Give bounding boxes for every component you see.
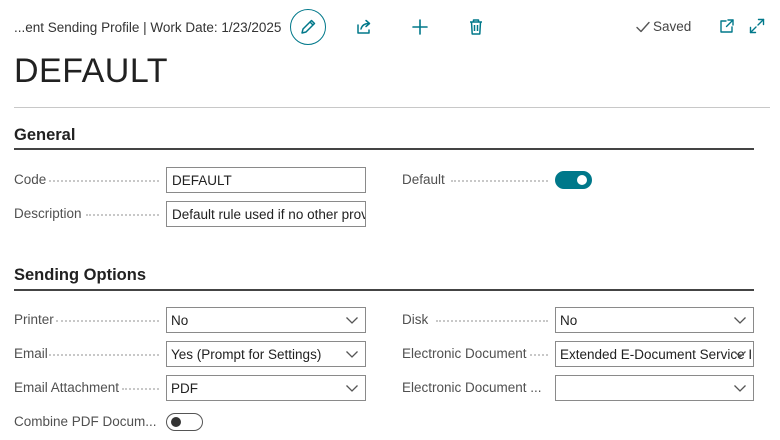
share-button[interactable] (352, 14, 376, 40)
description-dots (86, 214, 159, 216)
disk-select[interactable]: No (555, 307, 754, 333)
email-dots (49, 354, 159, 356)
section-sending-options-divider (14, 289, 754, 291)
save-status-text: Saved (653, 19, 692, 34)
new-button[interactable] (408, 14, 432, 40)
printer-select-value: No (171, 312, 189, 328)
printer-label: Printer (14, 312, 54, 327)
plus-icon (412, 19, 428, 35)
disk-dots (436, 320, 548, 322)
page-title: DEFAULT (14, 52, 169, 90)
description-field[interactable]: Default rule used if no other provi (166, 201, 366, 227)
popout-icon (720, 19, 734, 33)
section-sending-options-title[interactable]: Sending Options (14, 266, 146, 285)
combine-pdf-label: Combine PDF Docum... (14, 414, 157, 429)
email-attachment-select-value: PDF (171, 380, 198, 396)
description-label: Description (14, 206, 82, 221)
printer-dots (56, 320, 159, 322)
electronic-document-select[interactable]: Extended E-Document Service I (555, 341, 754, 367)
chevron-down-icon (734, 317, 746, 324)
combine-pdf-toggle[interactable] (166, 413, 203, 431)
default-toggle[interactable] (555, 171, 592, 189)
printer-select[interactable]: No (166, 307, 366, 333)
chevron-down-icon (346, 385, 358, 392)
page-header: ...ent Sending Profile | Work Date: 1/23… (0, 0, 780, 56)
title-divider (14, 107, 770, 108)
email-select-value: Yes (Prompt for Settings) (171, 346, 322, 362)
chevron-down-icon (734, 385, 746, 392)
chevron-down-icon (734, 351, 746, 358)
default-dots (451, 180, 548, 182)
default-toggle-knob (577, 174, 587, 185)
breadcrumb: ...ent Sending Profile | Work Date: 1/23… (14, 20, 282, 35)
edit-button[interactable] (290, 9, 326, 45)
chevron-down-icon (346, 317, 358, 324)
code-label: Code (14, 172, 47, 187)
open-in-new-window-button[interactable] (716, 15, 738, 37)
expand-button[interactable] (746, 15, 768, 37)
chevron-down-icon (346, 351, 358, 358)
default-label: Default (402, 172, 445, 187)
delete-button[interactable] (464, 14, 488, 40)
electronic-document-format-select[interactable] (555, 375, 754, 401)
save-status: Saved (635, 19, 691, 34)
share-icon (357, 19, 371, 34)
pencil-icon (301, 19, 316, 34)
section-general-divider (14, 148, 754, 150)
section-general-title[interactable]: General (14, 126, 75, 145)
combine-pdf-toggle-knob (171, 416, 181, 427)
email-attachment-label: Email Attachment (14, 380, 120, 395)
email-attachment-select[interactable]: PDF (166, 375, 366, 401)
email-attachment-dots (122, 388, 159, 390)
electronic-document-select-value: Extended E-Document Service I (560, 346, 753, 362)
electronic-document-label: Electronic Document (402, 346, 527, 361)
checkmark-icon (636, 21, 650, 32)
disk-select-value: No (560, 312, 578, 328)
expand-icon (749, 18, 765, 34)
code-dots (49, 180, 159, 182)
disk-label: Disk (402, 312, 429, 327)
email-label: Email (14, 346, 48, 361)
email-select[interactable]: Yes (Prompt for Settings) (166, 341, 366, 367)
trash-icon (470, 19, 482, 35)
electronic-document-dots (530, 354, 548, 356)
electronic-document-format-label: Electronic Document ... (402, 380, 542, 395)
code-field[interactable]: DEFAULT (166, 167, 366, 193)
